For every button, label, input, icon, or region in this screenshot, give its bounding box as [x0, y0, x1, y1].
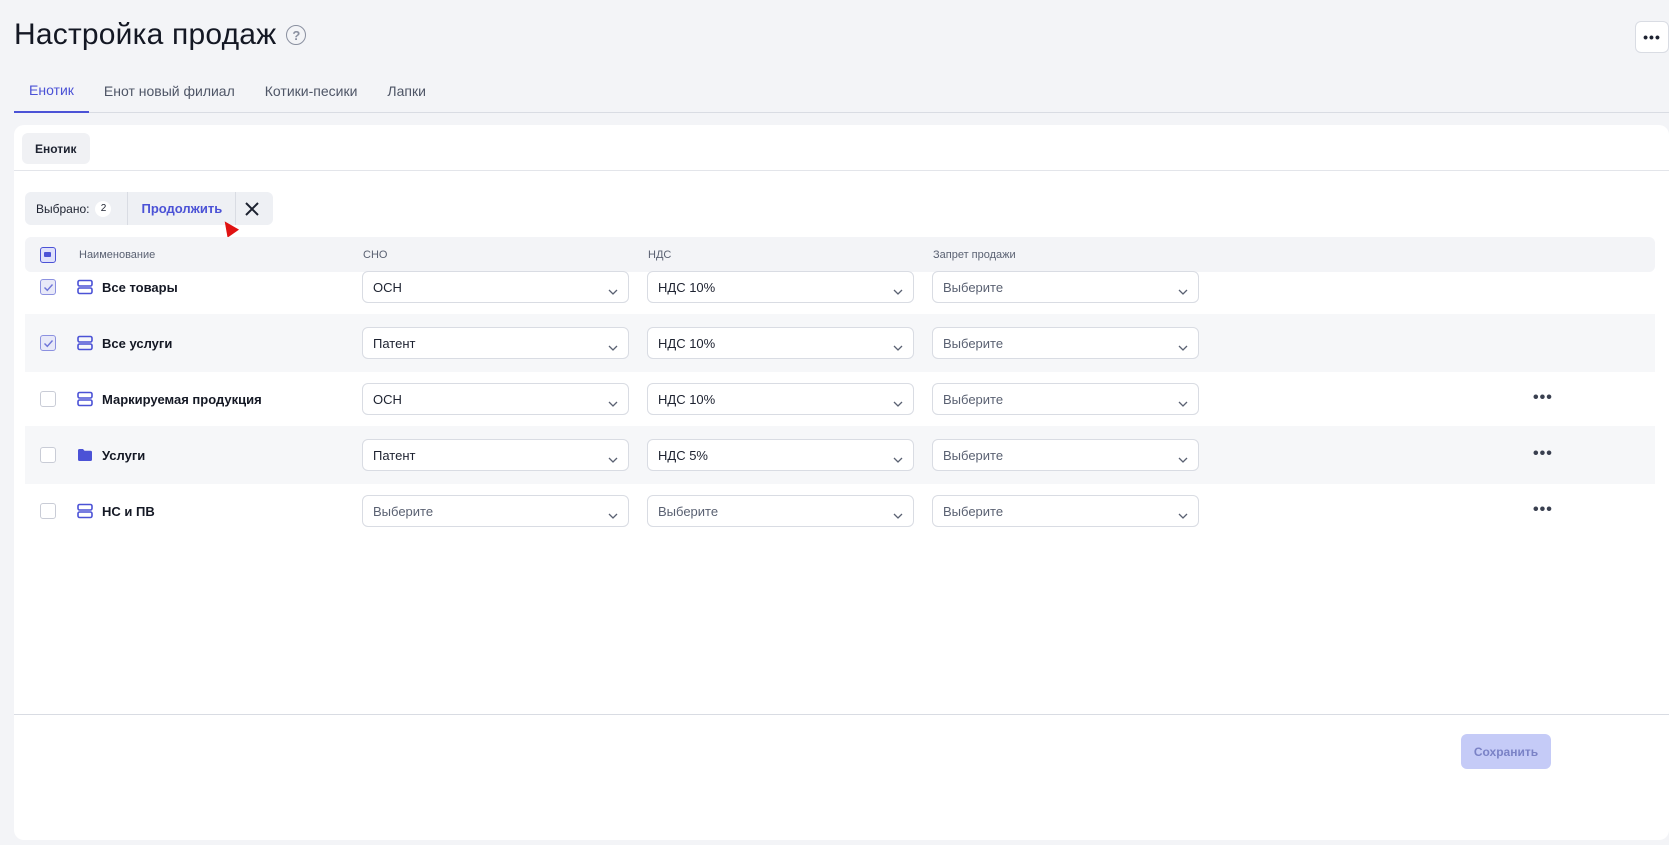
help-icon[interactable]: ?: [286, 25, 307, 45]
row-more-button[interactable]: •••: [1533, 389, 1553, 407]
page-title: Настройка продаж ?: [14, 18, 307, 52]
nds-value: НДС 10%: [658, 335, 716, 351]
chevron-down-icon: [893, 395, 903, 410]
nds-select[interactable]: НДС 10%: [647, 271, 914, 303]
sno-select[interactable]: ОСН: [362, 383, 629, 415]
tab-kotiki-pesiki[interactable]: Котики-песики: [250, 78, 373, 113]
chevron-down-icon: [1178, 395, 1188, 410]
save-button[interactable]: Сохранить: [1461, 734, 1551, 769]
row-name: Все товары: [102, 279, 178, 295]
chevron-down-icon: [1178, 507, 1188, 522]
sale-ban-select[interactable]: Выберите: [932, 439, 1199, 471]
row-more-button[interactable]: •••: [1533, 445, 1553, 463]
sale-ban-value: Выберите: [943, 391, 1004, 407]
nds-value: НДС 10%: [658, 391, 716, 407]
row-more-button[interactable]: •••: [1533, 501, 1553, 519]
sno-select[interactable]: Патент: [362, 439, 629, 471]
table-row: Услуги Патент НДС 5% Выберите •••: [25, 426, 1655, 484]
nds-select[interactable]: Выберите: [647, 495, 914, 527]
group-icon: [77, 391, 93, 412]
nds-select[interactable]: НДС 5%: [647, 439, 914, 471]
sno-select[interactable]: Патент: [362, 327, 629, 359]
close-icon: [245, 201, 259, 216]
sno-value: ОСН: [373, 391, 402, 407]
chevron-down-icon: [893, 283, 903, 298]
table-row: Все товары ОСН НДС 10% Выберите: [25, 258, 1655, 316]
sale-ban-select[interactable]: Выберите: [932, 327, 1199, 359]
page-title-text: Настройка продаж: [14, 18, 277, 51]
table-row: Все услуги Патент НДС 10% Выберите: [25, 314, 1655, 372]
chevron-down-icon: [1178, 283, 1188, 298]
branch-chip[interactable]: Енотик: [22, 133, 90, 164]
chevron-down-icon: [608, 395, 618, 410]
more-horizontal-icon: •••: [1533, 501, 1553, 518]
row-checkbox[interactable]: [40, 279, 56, 295]
more-horizontal-icon: •••: [1533, 445, 1553, 462]
row-checkbox[interactable]: [40, 335, 56, 351]
more-horizontal-icon: •••: [1533, 389, 1553, 406]
chevron-down-icon: [1178, 451, 1188, 466]
tab-label: Енотик: [29, 81, 74, 98]
sno-value: ОСН: [373, 279, 402, 295]
sale-ban-select[interactable]: Выберите: [932, 383, 1199, 415]
row-name: Все услуги: [102, 335, 173, 351]
chevron-down-icon: [893, 451, 903, 466]
sale-ban-select[interactable]: Выберите: [932, 271, 1199, 303]
group-icon: [77, 335, 93, 356]
more-options-button[interactable]: •••: [1635, 21, 1669, 53]
row-name: Услуги: [102, 447, 146, 463]
sale-ban-select[interactable]: Выберите: [932, 495, 1199, 527]
nds-value: НДС 5%: [658, 447, 708, 463]
sale-ban-value: Выберите: [943, 503, 1004, 519]
tab-label: Котики-песики: [264, 82, 358, 99]
row-checkbox[interactable]: [40, 391, 56, 407]
folder-icon: [77, 447, 93, 468]
divider: [14, 170, 1669, 171]
sno-value: Патент: [373, 335, 416, 351]
tab-enotik[interactable]: Енотик: [14, 78, 89, 113]
continue-button[interactable]: Продолжить: [128, 201, 235, 216]
sno-select[interactable]: Выберите: [362, 495, 629, 527]
chevron-down-icon: [608, 339, 618, 354]
selection-bar: Выбрано: 2 Продолжить: [25, 192, 273, 225]
nds-value: НДС 10%: [658, 279, 716, 295]
tabs-bar: Енотик Енот новый филиал Котики-песики Л…: [14, 78, 1669, 113]
nds-select[interactable]: НДС 10%: [647, 327, 914, 359]
chevron-down-icon: [608, 451, 618, 466]
sno-value: Патент: [373, 447, 416, 463]
clear-selection-button[interactable]: [236, 201, 268, 216]
settings-card: Енотик Выбрано: 2 Продолжить Наименовани…: [14, 125, 1669, 840]
sno-select[interactable]: ОСН: [362, 271, 629, 303]
group-icon: [77, 503, 93, 524]
more-horizontal-icon: •••: [1643, 29, 1661, 45]
chevron-down-icon: [1178, 339, 1188, 354]
nds-select[interactable]: НДС 10%: [647, 383, 914, 415]
sno-value: Выберите: [373, 503, 434, 519]
sale-ban-value: Выберите: [943, 335, 1004, 351]
tab-lapki[interactable]: Лапки: [372, 78, 441, 113]
row-name: Маркируемая продукция: [102, 391, 262, 407]
group-icon: [77, 279, 93, 300]
table-row: Маркируемая продукция ОСН НДС 10% Выберите •…: [25, 370, 1655, 428]
sale-ban-value: Выберите: [943, 447, 1004, 463]
chevron-down-icon: [608, 283, 618, 298]
selected-label: Выбрано:: [36, 201, 90, 216]
selected-count-badge: 2: [95, 200, 112, 217]
chevron-down-icon: [893, 507, 903, 522]
chevron-down-icon: [893, 339, 903, 354]
row-checkbox[interactable]: [40, 447, 56, 463]
tab-enot-new-branch[interactable]: Енот новый филиал: [89, 78, 250, 113]
table-row: НС и ПВ Выберите Выберите Выберите •••: [25, 482, 1655, 540]
row-name: НС и ПВ: [102, 503, 155, 519]
chevron-down-icon: [608, 507, 618, 522]
nds-value: Выберите: [658, 503, 719, 519]
tab-label: Лапки: [387, 82, 426, 99]
row-checkbox[interactable]: [40, 503, 56, 519]
divider: [14, 714, 1669, 715]
tab-label: Енот новый филиал: [103, 82, 235, 99]
sale-ban-value: Выберите: [943, 279, 1004, 295]
